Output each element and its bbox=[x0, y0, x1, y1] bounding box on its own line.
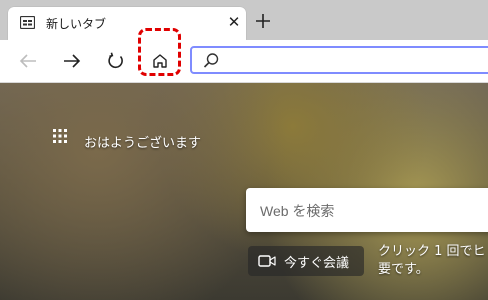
meet-now-button[interactable]: 今すぐ会議 bbox=[248, 246, 364, 276]
meet-now-label: 今すぐ会議 bbox=[284, 255, 350, 271]
promo-text: クリック 1 回でヒ要です。 bbox=[378, 244, 486, 277]
new-tab-page: おはようございます 今すぐ会議 クリック 1 回でヒ要です。 bbox=[0, 83, 488, 300]
close-icon[interactable]: ✕ bbox=[226, 14, 242, 30]
tab-new-tab[interactable]: 新しいタブ ✕ bbox=[8, 7, 246, 40]
web-search-box[interactable] bbox=[246, 188, 488, 232]
forward-button[interactable] bbox=[58, 47, 86, 75]
home-icon bbox=[153, 54, 167, 68]
home-button[interactable] bbox=[146, 47, 174, 75]
forward-arrow-icon bbox=[64, 54, 81, 68]
refresh-icon bbox=[108, 52, 123, 69]
back-arrow-icon bbox=[19, 54, 36, 68]
tab-title: 新しいタブ bbox=[46, 17, 107, 31]
plus-icon[interactable] bbox=[254, 12, 272, 30]
video-camera-icon bbox=[258, 255, 276, 267]
refresh-button[interactable] bbox=[102, 47, 130, 75]
newtab-icon bbox=[20, 16, 35, 29]
address-bar[interactable] bbox=[190, 46, 488, 74]
app-launcher-icon[interactable] bbox=[52, 128, 68, 144]
address-input[interactable] bbox=[226, 50, 488, 74]
tab-strip: 新しいタブ ✕ bbox=[0, 0, 488, 40]
greeting-text: おはようございます bbox=[84, 136, 202, 151]
web-search-input[interactable] bbox=[258, 198, 482, 224]
search-icon bbox=[203, 53, 219, 68]
browser-toolbar bbox=[0, 40, 488, 83]
back-button[interactable] bbox=[14, 47, 42, 75]
